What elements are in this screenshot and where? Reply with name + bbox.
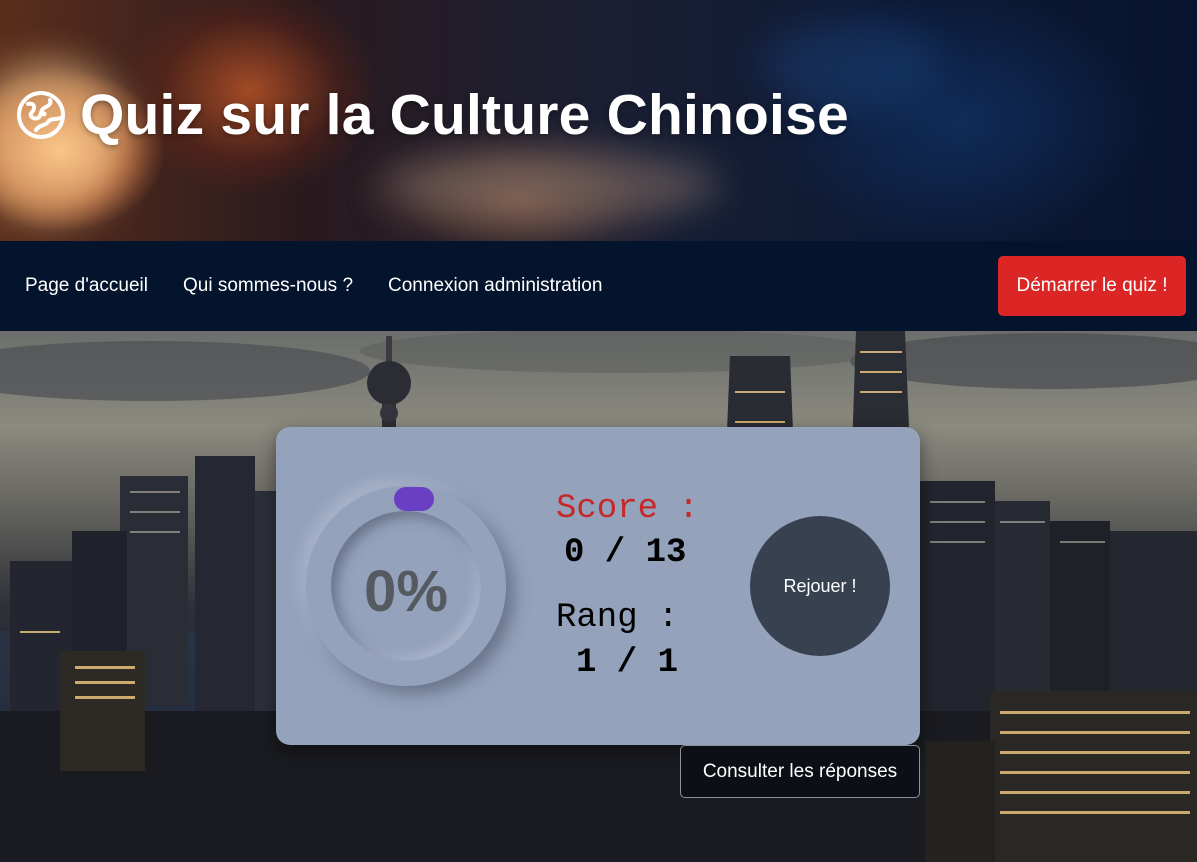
score-percent: 0% bbox=[364, 558, 448, 624]
hero-blur-building bbox=[380, 150, 720, 220]
nav-link-about[interactable]: Qui sommes-nous ? bbox=[183, 275, 353, 297]
replay-button[interactable]: Rejouer ! bbox=[750, 516, 890, 656]
globe-icon bbox=[17, 91, 65, 139]
site-title-group: Quiz sur la Culture Chinoise bbox=[16, 82, 849, 148]
start-quiz-button[interactable]: Démarrer le quiz ! bbox=[998, 256, 1186, 316]
result-card: 0% Score : 0 / 13 Rang : 1 / 1 Rejouer ! bbox=[276, 427, 920, 745]
nav-link-home[interactable]: Page d'accueil bbox=[25, 275, 148, 297]
nav-link-admin-login[interactable]: Connexion administration bbox=[388, 275, 602, 297]
score-value: 0 / 13 bbox=[564, 534, 687, 572]
view-answers-button[interactable]: Consulter les réponses bbox=[680, 745, 920, 798]
score-progress-ring: 0% bbox=[306, 486, 506, 686]
page-title: Quiz sur la Culture Chinoise bbox=[80, 83, 849, 147]
main-navbar: Page d'accueil Qui sommes-nous ? Connexi… bbox=[0, 241, 1197, 331]
score-progress-inner: 0% bbox=[331, 511, 481, 661]
rank-value: 1 / 1 bbox=[576, 644, 679, 682]
rank-label: Rang : bbox=[556, 599, 679, 637]
score-label: Score : bbox=[556, 490, 699, 528]
hero-banner: Quiz sur la Culture Chinoise bbox=[0, 0, 1197, 241]
